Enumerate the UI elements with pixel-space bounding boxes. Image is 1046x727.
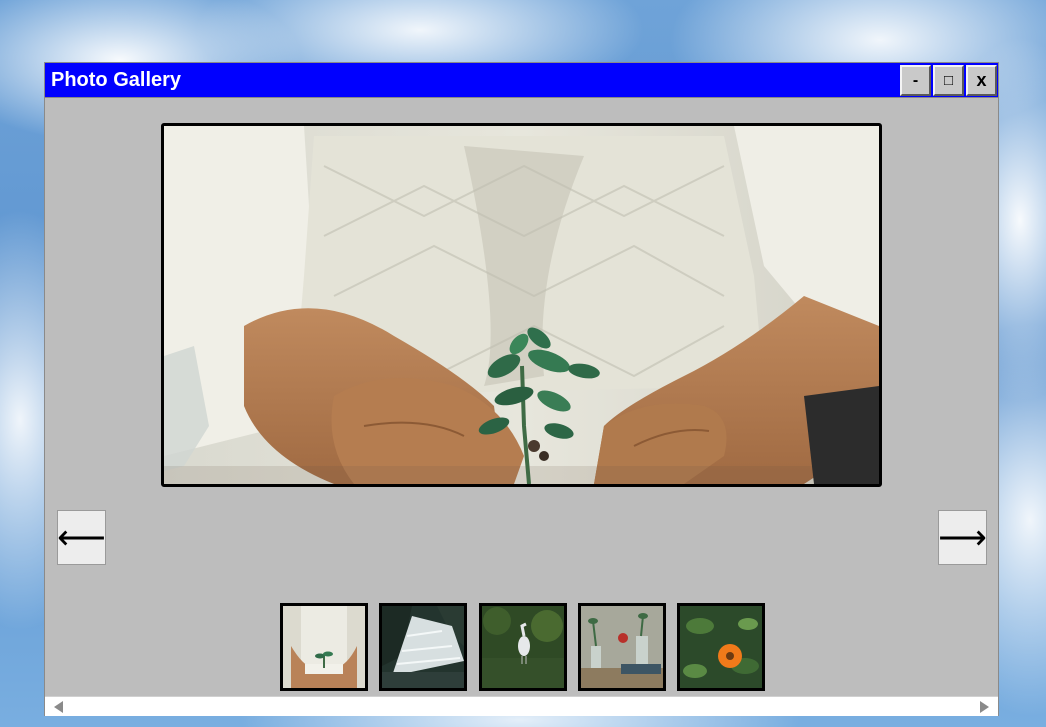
orange-flower-thumbnail-image — [680, 606, 762, 688]
flowers-bottles-thumbnail-image — [581, 606, 663, 688]
seedling-thumbnail-image — [283, 606, 365, 688]
main-photo — [161, 123, 882, 487]
thumbnail-seedling[interactable] — [280, 603, 368, 691]
thumbnail-flowers-bottles[interactable] — [578, 603, 666, 691]
waterfall-thumbnail-image — [382, 606, 464, 688]
gallery-window: Photo Gallery - □ x ⟵ ⟶ — [44, 62, 999, 716]
thumbnail-orange-flower[interactable] — [677, 603, 765, 691]
next-button[interactable]: ⟶ — [938, 510, 987, 565]
scroll-left-arrow-icon[interactable] — [54, 701, 63, 713]
maximize-button[interactable]: □ — [933, 65, 964, 96]
title-bar[interactable]: Photo Gallery - □ x — [45, 63, 998, 98]
window-title: Photo Gallery — [51, 69, 182, 91]
close-button[interactable]: x — [966, 65, 997, 96]
minimize-button[interactable]: - — [900, 65, 931, 96]
previous-button[interactable]: ⟵ — [57, 510, 106, 565]
thumbnail-waterfall[interactable] — [379, 603, 467, 691]
horizontal-scrollbar[interactable] — [45, 696, 998, 716]
scroll-right-arrow-icon[interactable] — [980, 701, 989, 713]
heron-thumbnail-image — [482, 606, 564, 688]
thumbnail-heron[interactable] — [479, 603, 567, 691]
seedling-hands-photo — [164, 126, 879, 484]
